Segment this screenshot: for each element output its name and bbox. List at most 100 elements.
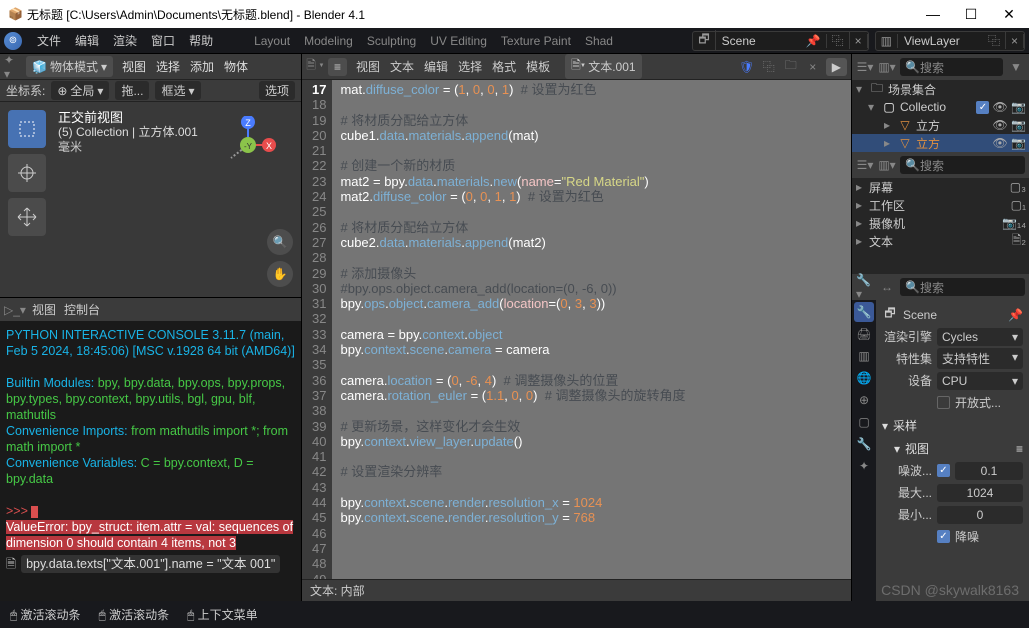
box-selector[interactable]: 框选 ▾ bbox=[155, 81, 200, 100]
sampling-panel[interactable]: ▾ 采样 bbox=[882, 414, 1023, 437]
text-editor-header: 🗎 ▾ ≡ 视图文本编辑选择格式模板 🗎▾ 文本.001 🛡 ⿻ 🗀 × ▶ bbox=[302, 54, 851, 80]
feature-set-selector[interactable]: 支持特性▾ bbox=[937, 348, 1023, 369]
noise-value[interactable]: 0.1 bbox=[955, 462, 1023, 480]
menu-文件[interactable]: 文件 bbox=[30, 29, 68, 52]
tab-modifiers: 🔧 bbox=[854, 434, 874, 454]
editor-type-icon[interactable]: ☰▾ bbox=[856, 156, 874, 174]
min-samples[interactable]: 0 bbox=[937, 506, 1023, 524]
tab-object: ▢ bbox=[854, 412, 874, 432]
editor-type-icon[interactable]: ☰▾ bbox=[856, 58, 874, 76]
options-selector[interactable]: 选项 bbox=[259, 81, 295, 100]
orientation-selector[interactable]: ⊕ 全局 ▾ bbox=[51, 81, 109, 100]
tab-Layout[interactable]: Layout bbox=[254, 34, 290, 48]
outliner-search-2[interactable]: 🔍 搜索 bbox=[900, 156, 1025, 174]
menu-帮助[interactable]: 帮助 bbox=[182, 29, 220, 52]
te-menu-模板[interactable]: 模板 bbox=[521, 56, 555, 77]
close-icon[interactable]: × bbox=[804, 58, 822, 76]
filter-icon[interactable]: ▼ bbox=[1007, 58, 1025, 76]
te-menu-文本[interactable]: 文本 bbox=[385, 56, 419, 77]
window-minimize-icon[interactable]: — bbox=[921, 6, 945, 23]
folder-icon[interactable]: 🗀 bbox=[782, 58, 800, 76]
vp-menu-物体[interactable]: 物体 bbox=[219, 56, 253, 77]
text-file-icon[interactable]: 🗎 bbox=[6, 556, 16, 572]
render-engine-selector[interactable]: Cycles▾ bbox=[937, 328, 1023, 346]
tab-particles: ✦ bbox=[854, 456, 874, 476]
text-toggle[interactable]: ≡ bbox=[328, 58, 347, 76]
python-console[interactable]: PYTHON INTERACTIVE CONSOLE 3.11.7 (main,… bbox=[0, 321, 301, 601]
menu-编辑[interactable]: 编辑 bbox=[68, 29, 106, 52]
shield-icon[interactable]: 🛡 bbox=[738, 58, 756, 76]
properties-tabs[interactable]: 🔧 🖨 ▥ 🌐 ⊕ ▢ 🔧 ✦ bbox=[852, 300, 876, 601]
cursor-tool[interactable] bbox=[8, 154, 46, 192]
vp-menu-选择[interactable]: 选择 bbox=[151, 56, 185, 77]
editor-type-icon[interactable]: ✦ ▾ bbox=[4, 58, 22, 76]
run-script-button[interactable]: ▶ bbox=[826, 58, 847, 76]
con-menu-控制台[interactable]: 控制台 bbox=[64, 301, 100, 318]
display-mode-icon[interactable]: ▥▾ bbox=[878, 156, 896, 174]
vp-menu-添加[interactable]: 添加 bbox=[185, 56, 219, 77]
osl-checkbox[interactable] bbox=[937, 396, 950, 409]
viewport-panel[interactable]: ▾ 视图≡ bbox=[882, 437, 1023, 460]
mode-selector[interactable]: 🧊 物体模式 ▾ bbox=[26, 56, 113, 77]
pin-icon[interactable]: 📌 bbox=[1008, 308, 1023, 322]
close-icon[interactable]: × bbox=[850, 34, 868, 48]
te-menu-编辑[interactable]: 编辑 bbox=[419, 56, 453, 77]
properties-search[interactable]: 🔍 搜索 bbox=[900, 278, 1025, 296]
move-tool[interactable] bbox=[8, 198, 46, 236]
3d-viewport[interactable]: 正交前视图 (5) Collection | 立方体.001 毫米 Z X -Y… bbox=[0, 102, 301, 297]
outliner-header: ☰▾ ▥▾ 🔍 搜索 ▼ bbox=[852, 54, 1029, 80]
window-maximize-icon[interactable]: ☐ bbox=[959, 6, 983, 23]
blender-logo-icon[interactable]: ⊚ bbox=[4, 32, 22, 50]
vp-menu-视图[interactable]: 视图 bbox=[117, 56, 151, 77]
text-path: bpy.data.texts["文本.001"].name = "文本 001" bbox=[21, 555, 280, 573]
denoise-checkbox[interactable]: ✓ bbox=[937, 530, 950, 543]
menu-窗口[interactable]: 窗口 bbox=[144, 29, 182, 52]
properties-header: 🔧▾ ↔ 🔍 搜索 bbox=[852, 274, 1029, 300]
te-menu-格式[interactable]: 格式 bbox=[487, 56, 521, 77]
tab-UV Editing[interactable]: UV Editing bbox=[430, 34, 487, 48]
pin-icon[interactable]: 📌 bbox=[801, 34, 827, 48]
copy-icon[interactable]: ⿻ bbox=[827, 32, 850, 49]
pan-icon[interactable]: ✋ bbox=[267, 261, 293, 287]
te-menu-视图[interactable]: 视图 bbox=[351, 56, 385, 77]
display-mode-icon[interactable]: ▥▾ bbox=[878, 58, 896, 76]
console-banner: PYTHON INTERACTIVE CONSOLE 3.11.7 (main,… bbox=[6, 327, 295, 359]
tab-render[interactable]: 🔧 bbox=[854, 302, 874, 322]
close-icon[interactable]: × bbox=[1006, 34, 1024, 48]
editor-type-icon[interactable]: 🔧▾ bbox=[856, 278, 874, 296]
tab-Shad[interactable]: Shad bbox=[585, 34, 613, 48]
text-editor-area[interactable]: 1718192021222324252627282930313233343536… bbox=[302, 80, 851, 579]
layer-icon: ▥ bbox=[876, 34, 898, 48]
window-close-icon[interactable]: ✕ bbox=[997, 6, 1021, 23]
copy-icon[interactable]: ⿻ bbox=[983, 32, 1006, 49]
menu-渲染[interactable]: 渲染 bbox=[106, 29, 144, 52]
select-tool[interactable] bbox=[8, 110, 46, 148]
te-menu-选择[interactable]: 选择 bbox=[453, 56, 487, 77]
window-title: 无标题 [C:\Users\Admin\Documents\无标题.blend]… bbox=[27, 6, 365, 23]
scene-selector[interactable]: 🗗 Scene 📌 ⿻ × bbox=[692, 31, 868, 51]
status-bar: 🖱 激活滚动条 🖱 激活滚动条 🖱 上下文菜单 bbox=[0, 601, 1029, 628]
copy-icon[interactable]: ⿻ bbox=[760, 58, 778, 76]
zoom-icon[interactable]: 🔍 bbox=[267, 229, 293, 255]
tab-viewlayer: ▥ bbox=[854, 346, 874, 366]
watermark: CSDN @skywalk8163 bbox=[881, 582, 1019, 598]
title-bar: 📦 无标题 [C:\Users\Admin\Documents\无标题.blen… bbox=[0, 0, 1029, 28]
editor-type-icon[interactable]: 🗎 ▾ bbox=[306, 58, 324, 76]
drag-selector[interactable]: 拖... bbox=[115, 81, 149, 100]
outliner-tree[interactable]: ▾🗀场景集合 ▾▢Collectio✓👁 📷 ▸▽立方👁 📷 ▸▽立方👁 📷 bbox=[852, 80, 1029, 152]
con-menu-视图[interactable]: 视图 bbox=[32, 301, 56, 318]
orientation-label: 坐标系: bbox=[6, 82, 45, 99]
editor-type-icon[interactable]: ▷_▾ bbox=[6, 301, 24, 319]
viewlayer-selector[interactable]: ▥ ViewLayer ⿻ × bbox=[875, 31, 1025, 51]
outliner-search[interactable]: 🔍 搜索 bbox=[900, 58, 1003, 76]
tab-Sculpting[interactable]: Sculpting bbox=[367, 34, 416, 48]
tab-Texture Paint[interactable]: Texture Paint bbox=[501, 34, 571, 48]
text-datablock[interactable]: 🗎▾ 文本.001 bbox=[565, 54, 641, 79]
device-selector[interactable]: CPU▾ bbox=[937, 372, 1023, 390]
data-api-tree[interactable]: ▸屏幕▢₃ ▸工作区▢₁ ▸摄像机📷₁₄ ▸文本🗎₂ bbox=[852, 178, 1029, 274]
max-samples[interactable]: 1024 bbox=[937, 484, 1023, 502]
noise-checkbox[interactable]: ✓ bbox=[937, 464, 950, 477]
tab-Modeling[interactable]: Modeling bbox=[304, 34, 353, 48]
axis-widget-icon[interactable]: Z X -Y bbox=[219, 116, 277, 174]
tab-world: ⊕ bbox=[854, 390, 874, 410]
